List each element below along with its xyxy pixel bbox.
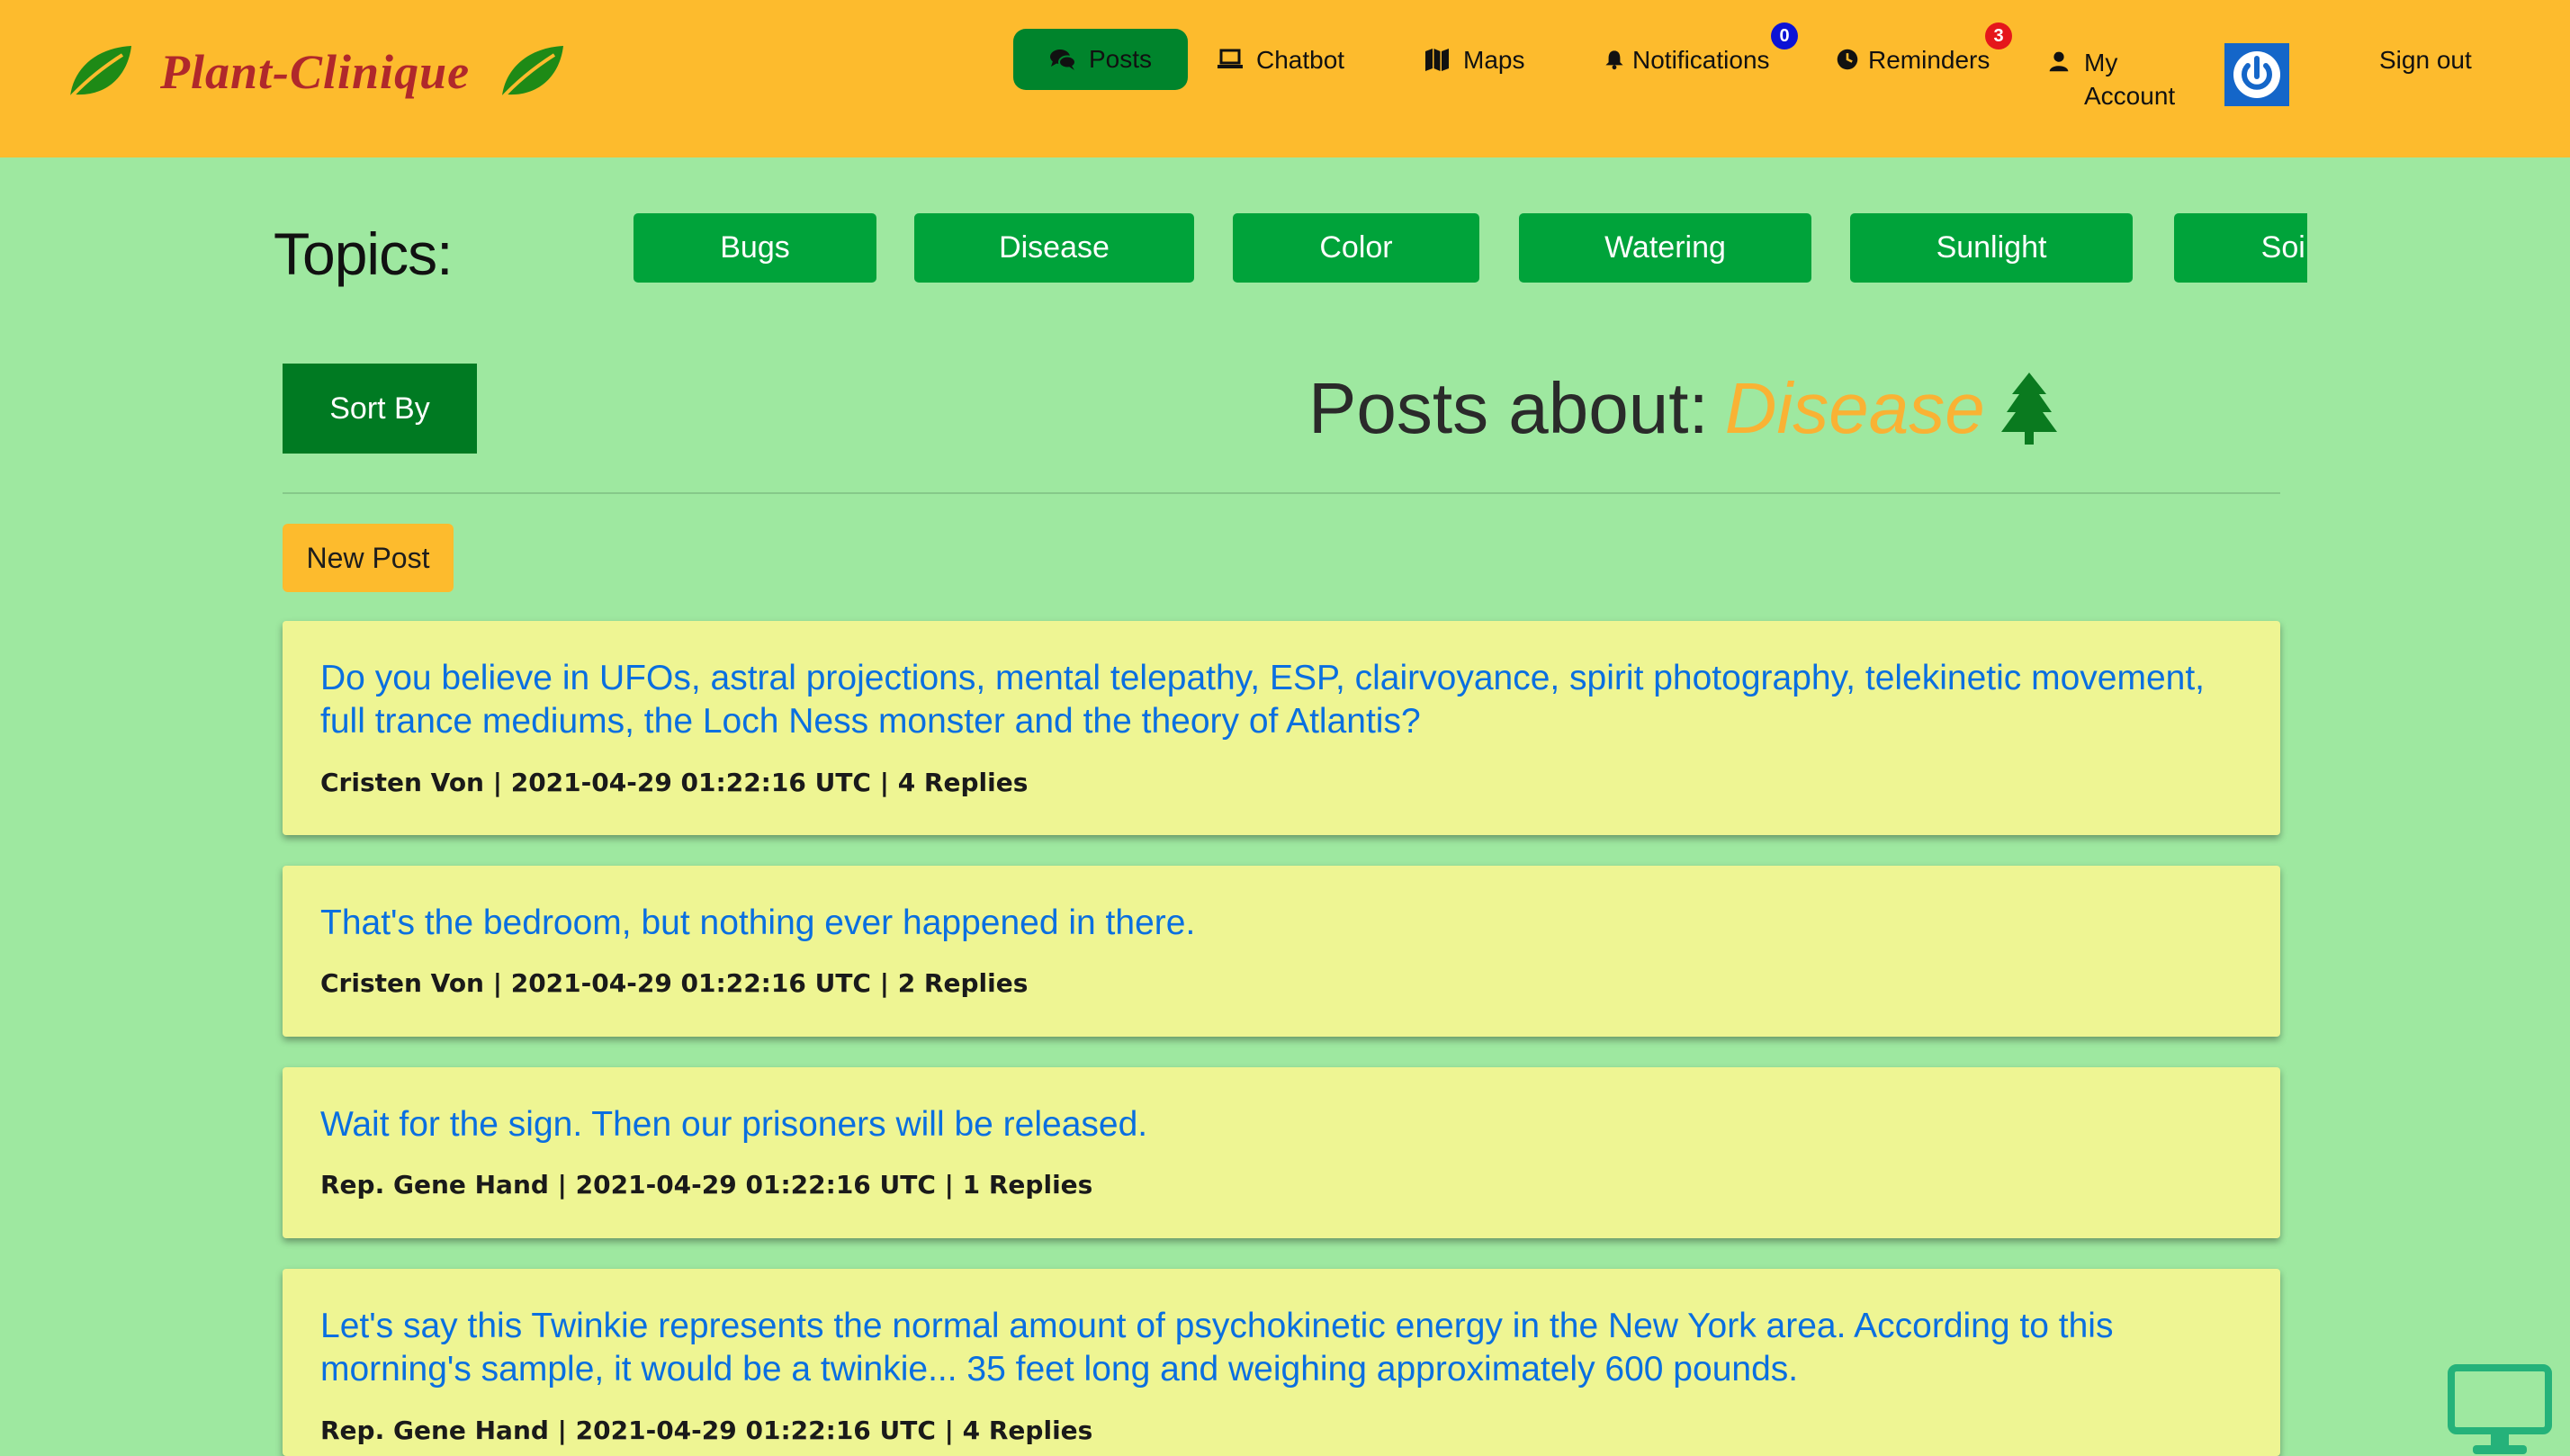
post-meta: Cristen Von | 2021-04-29 01:22:16 UTC | … (320, 768, 1029, 797)
topic-button-bugs[interactable]: Bugs (634, 213, 876, 283)
post-title-link[interactable]: That's the bedroom, but nothing ever hap… (320, 902, 2226, 945)
nav-posts[interactable]: Posts (1013, 29, 1188, 90)
nav-chatbot[interactable]: Chatbot (1217, 46, 1344, 75)
reminders-count-badge: 3 (1985, 22, 2012, 49)
nav-chatbot-label: Chatbot (1256, 46, 1345, 74)
brand-logo[interactable]: Plant-Clinique (63, 36, 567, 108)
laptop-icon (1218, 49, 1243, 68)
post-card[interactable]: Let's say this Twinkie represents the no… (283, 1269, 2280, 1456)
page-title-topic: Disease (1724, 368, 1985, 448)
leaf-icon (499, 46, 564, 102)
topics-bar[interactable]: Bugs Disease Color Watering Sunlight Soi… (634, 213, 2307, 283)
clock-icon (1837, 49, 1858, 70)
topic-button-disease[interactable]: Disease (914, 213, 1194, 283)
topics-title: Topics: (274, 220, 453, 287)
sort-by-button[interactable]: Sort By (283, 364, 477, 454)
topic-button-sunlight[interactable]: Sunlight (1850, 213, 2133, 283)
page-title-prefix: Posts about: (1308, 368, 1709, 448)
notifications-count-badge: 0 (1771, 22, 1798, 49)
nav-maps-label: Maps (1463, 46, 1525, 74)
nav-account-text: Account (2084, 82, 2176, 110)
page-title: Posts about: Disease (1308, 367, 2059, 450)
bell-icon (1605, 50, 1623, 70)
post-title-link[interactable]: Wait for the sign. Then our prisoners wi… (320, 1103, 2226, 1146)
nav-my-text: My (2084, 49, 2118, 76)
user-icon (2049, 51, 2069, 72)
nav-notifications[interactable]: Notifications (1604, 46, 1770, 75)
post-title-link[interactable]: Do you believe in UFOs, astral projectio… (320, 657, 2226, 743)
divider (283, 492, 2280, 494)
new-post-button[interactable]: New Post (283, 524, 454, 592)
post-title-link[interactable]: Let's say this Twinkie represents the no… (320, 1305, 2226, 1391)
navbar: Plant-Clinique Posts Chatbot Maps Notifi… (0, 0, 2570, 157)
brand-name: Plant-Clinique (160, 45, 471, 99)
comments-icon (1049, 49, 1076, 70)
post-card[interactable]: Do you believe in UFOs, astral projectio… (283, 621, 2280, 835)
nav-posts-label: Posts (1088, 45, 1153, 73)
post-meta: Rep. Gene Hand | 2021-04-29 01:22:16 UTC… (320, 1170, 1093, 1200)
post-card[interactable]: Wait for the sign. Then our prisoners wi… (283, 1067, 2280, 1238)
sign-out-link[interactable]: Sign out (2379, 46, 2472, 75)
logout-button[interactable] (2224, 43, 2289, 106)
sign-out-label: Sign out (2379, 46, 2472, 74)
topic-button-watering[interactable]: Watering (1519, 213, 1811, 283)
nav-reminders[interactable]: Reminders (1836, 46, 1990, 75)
post-meta: Rep. Gene Hand | 2021-04-29 01:22:16 UTC… (320, 1416, 1093, 1445)
nav-maps[interactable]: Maps (1424, 46, 1524, 75)
nav-my-account[interactable]: My Account (2048, 46, 2175, 112)
nav-reminders-label: Reminders (1868, 46, 1990, 74)
post-card[interactable]: That's the bedroom, but nothing ever hap… (283, 866, 2280, 1037)
post-meta: Cristen Von | 2021-04-29 01:22:16 UTC | … (320, 968, 1029, 998)
leaf-icon (67, 46, 131, 102)
nav-my-account-label: My Account (2084, 46, 2175, 112)
power-icon (2233, 51, 2280, 98)
nav-notifications-label: Notifications (1632, 46, 1770, 74)
tree-icon (2000, 373, 2057, 445)
desktop-icon[interactable] (2448, 1364, 2552, 1456)
topic-button-soil[interactable]: Soil (2174, 213, 2307, 283)
map-icon (1425, 49, 1449, 71)
topic-button-color[interactable]: Color (1233, 213, 1479, 283)
